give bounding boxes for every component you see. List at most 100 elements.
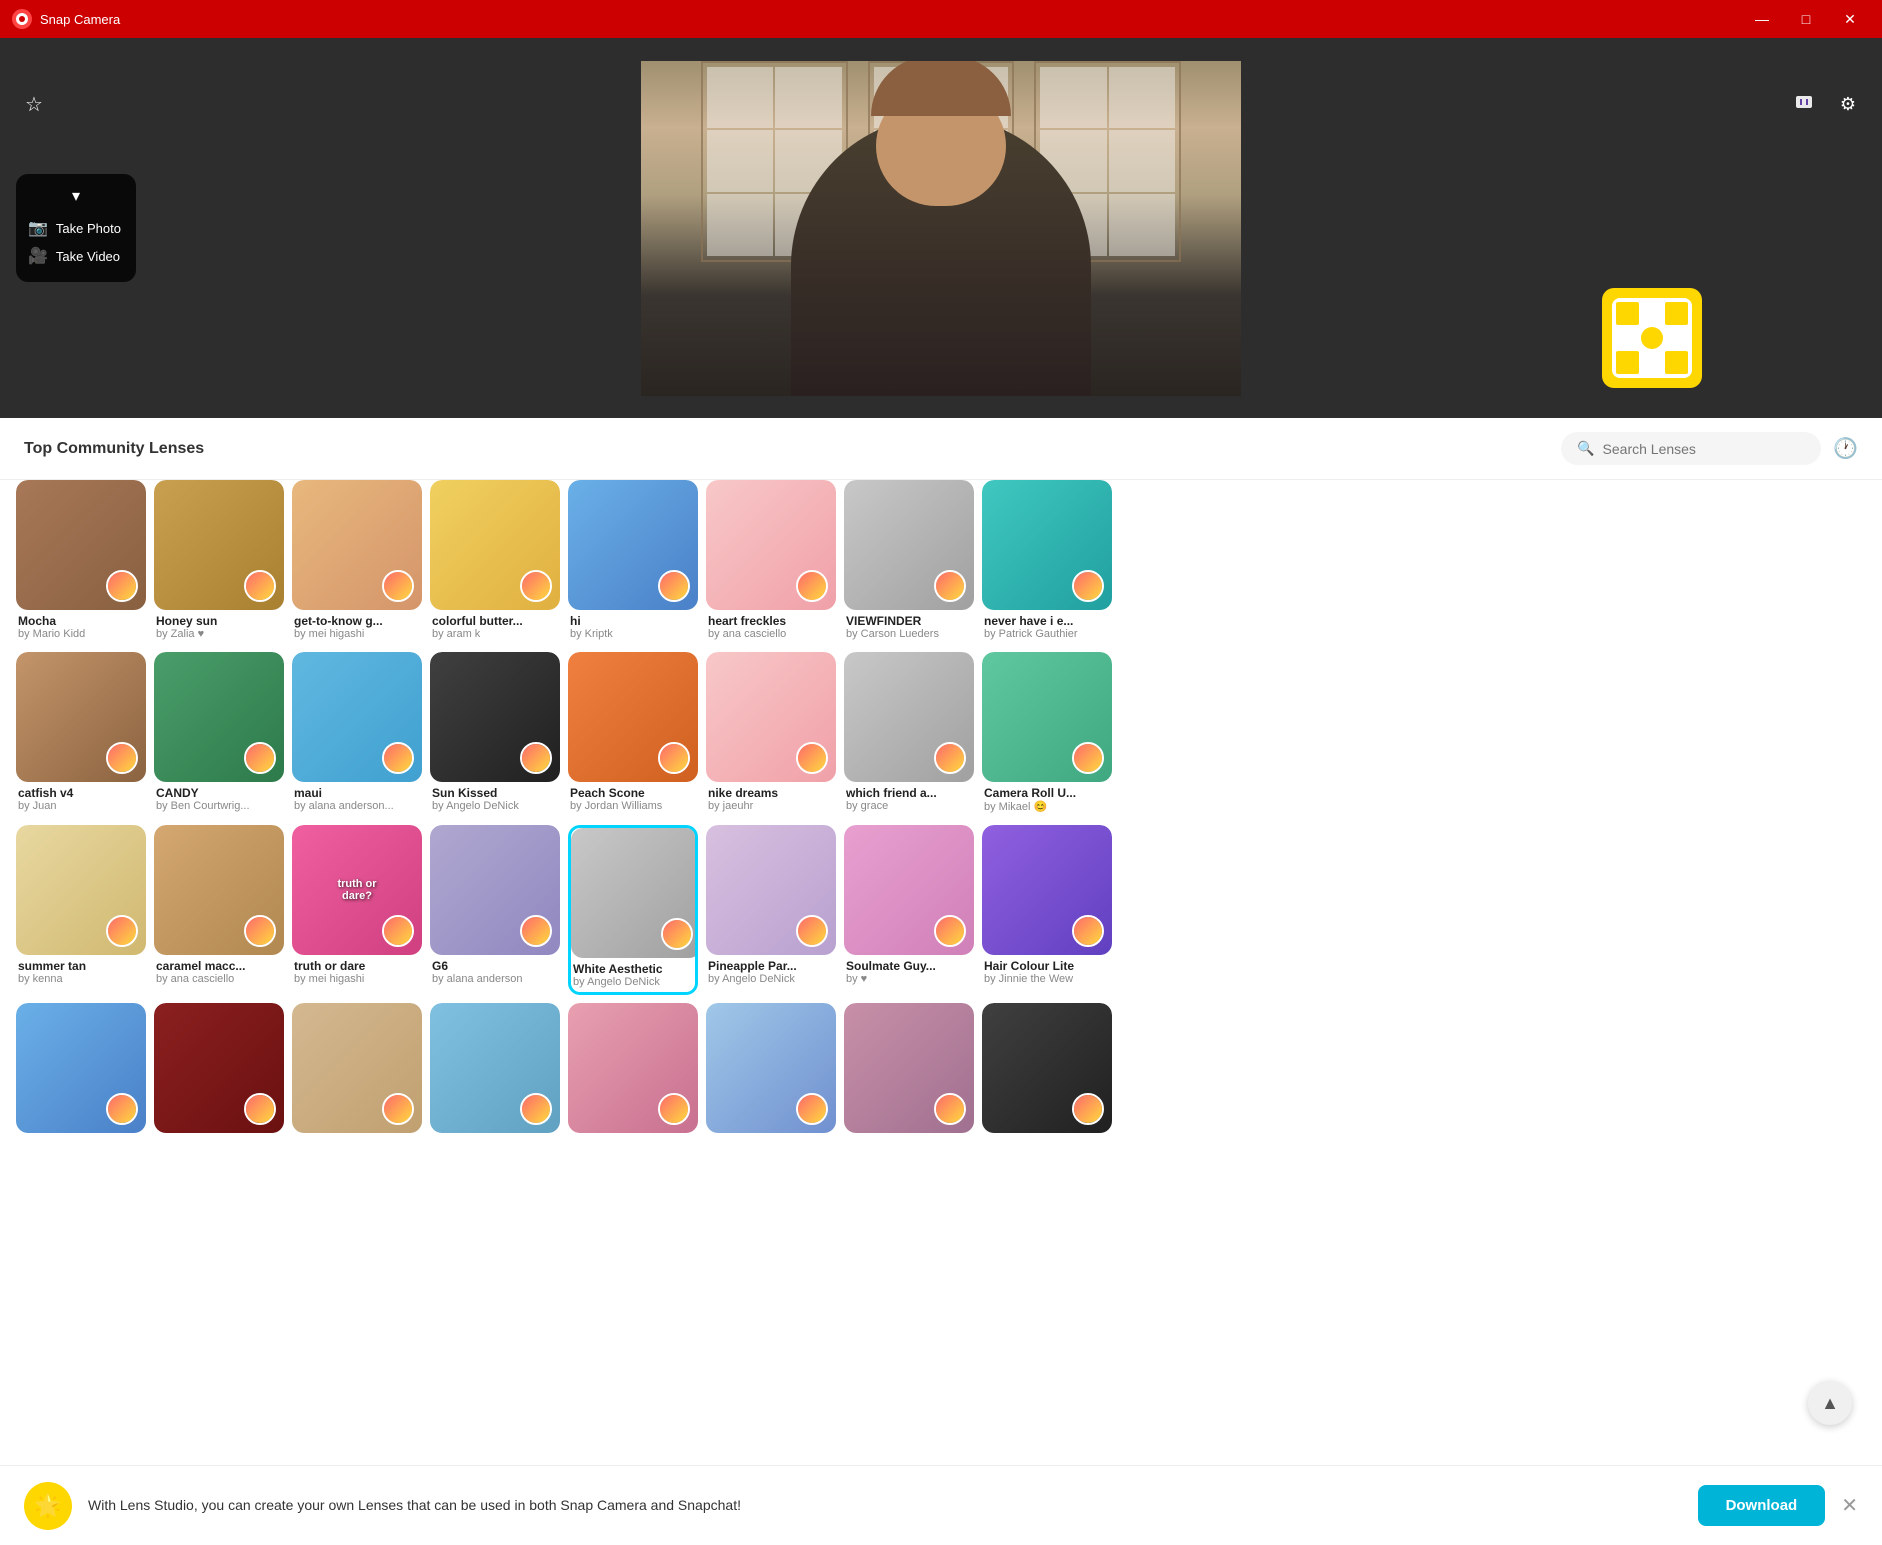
avatar — [382, 742, 414, 774]
lenses-row-2: catfish v4by JuanCANDYby Ben Courtwrig..… — [16, 652, 1866, 817]
avatar — [520, 570, 552, 602]
lens-info: Sun Kissedby Angelo DeNick — [430, 782, 560, 816]
lens-thumbnail — [706, 480, 836, 610]
lens-item[interactable]: Hair Colour Liteby Jinnie the Wew — [982, 825, 1112, 995]
notification-bar: 🌟 With Lens Studio, you can create your … — [0, 1465, 1882, 1545]
close-notification-button[interactable]: ✕ — [1841, 1493, 1858, 1518]
avatar — [796, 570, 828, 602]
lens-item[interactable]: colorful butter...by aram k — [430, 480, 560, 644]
lens-item[interactable] — [568, 1003, 698, 1141]
close-button[interactable]: ✕ — [1830, 4, 1870, 34]
lens-item[interactable]: mauiby alana anderson... — [292, 652, 422, 817]
lens-thumbnail — [706, 652, 836, 782]
lens-item[interactable] — [430, 1003, 560, 1141]
avatar — [1072, 742, 1104, 774]
scroll-up-button[interactable]: ▲ — [1808, 1381, 1852, 1425]
lens-author: by kenna — [18, 973, 144, 985]
lens-thumbnail — [982, 652, 1112, 782]
lens-item[interactable]: heart frecklesby ana casciello — [706, 480, 836, 644]
title-bar: Snap Camera — □ ✕ — [0, 0, 1882, 38]
lens-item[interactable]: hiby Kriptk — [568, 480, 698, 644]
lenses-row-top: Mochaby Mario KiddHoney sunby Zalia ♥get… — [16, 480, 1866, 644]
lens-thumbnail — [154, 480, 284, 610]
lens-author: by Mario Kidd — [18, 628, 144, 640]
lens-info: Mochaby Mario Kidd — [16, 610, 146, 644]
lens-item[interactable]: Honey sunby Zalia ♥ — [154, 480, 284, 644]
lens-thumbnail — [982, 1003, 1112, 1133]
lens-item[interactable]: which friend a...by grace — [844, 652, 974, 817]
lens-item[interactable] — [706, 1003, 836, 1141]
lens-thumbnail — [154, 652, 284, 782]
lens-item[interactable]: Peach Sconeby Jordan Williams — [568, 652, 698, 817]
lens-thumbnail — [982, 480, 1112, 610]
lens-name: VIEWFINDER — [846, 614, 972, 628]
lens-name: hi — [570, 614, 696, 628]
lens-author: by Angelo DeNick — [708, 973, 834, 985]
settings-button[interactable]: ⚙ — [1830, 86, 1866, 122]
search-input[interactable] — [1603, 441, 1806, 457]
lens-name: Camera Roll U... — [984, 786, 1110, 800]
search-box[interactable]: 🔍 — [1561, 432, 1821, 465]
lens-item[interactable]: nike dreamsby jaeuhr — [706, 652, 836, 817]
download-button[interactable]: Download — [1698, 1485, 1826, 1526]
avatar — [520, 1093, 552, 1125]
lens-item[interactable]: get-to-know g...by mei higashi — [292, 480, 422, 644]
lens-item[interactable]: never have i e...by Patrick Gauthier — [982, 480, 1112, 644]
lens-thumbnail — [982, 825, 1112, 955]
title-bar-left: Snap Camera — [12, 9, 120, 29]
lens-item[interactable]: caramel macc...by ana casciello — [154, 825, 284, 995]
twitch-button[interactable] — [1786, 86, 1822, 122]
history-icon[interactable]: 🕐 — [1833, 436, 1858, 461]
lens-item[interactable]: G6by alana anderson — [430, 825, 560, 995]
lens-item[interactable] — [292, 1003, 422, 1141]
video-icon: 🎥 — [28, 246, 48, 266]
maximize-button[interactable]: □ — [1786, 4, 1826, 34]
app-icon — [12, 9, 32, 29]
lens-info: nike dreamsby jaeuhr — [706, 782, 836, 816]
take-video-button[interactable]: 🎥 Take Video — [28, 242, 124, 270]
lens-item[interactable]: Pineapple Par...by Angelo DeNick — [706, 825, 836, 995]
avatar — [382, 1093, 414, 1125]
lens-name: which friend a... — [846, 786, 972, 800]
lens-info: heart frecklesby ana casciello — [706, 610, 836, 644]
lens-author: by ana casciello — [156, 973, 282, 985]
avatar — [106, 915, 138, 947]
avatar — [658, 742, 690, 774]
lens-item[interactable] — [982, 1003, 1112, 1141]
lens-name: colorful butter... — [432, 614, 558, 628]
lens-thumbnail — [292, 480, 422, 610]
avatar — [658, 570, 690, 602]
lens-thumbnail — [16, 825, 146, 955]
camera-controls: ▾ 📷 Take Photo 🎥 Take Video — [16, 174, 136, 282]
lens-item[interactable]: Mochaby Mario Kidd — [16, 480, 146, 644]
minimize-button[interactable]: — — [1742, 4, 1782, 34]
lens-item[interactable] — [16, 1003, 146, 1141]
lens-item[interactable]: Sun Kissedby Angelo DeNick — [430, 652, 560, 817]
lens-item[interactable]: summer tanby kenna — [16, 825, 146, 995]
window-controls: — □ ✕ — [1742, 4, 1870, 34]
lens-info: truth or dareby mei higashi — [292, 955, 422, 989]
lens-author: by Carson Lueders — [846, 628, 972, 640]
lens-item[interactable]: truth or dare?truth or dareby mei higash… — [292, 825, 422, 995]
lens-thumbnail — [571, 828, 698, 958]
take-photo-button[interactable]: 📷 Take Photo — [28, 214, 124, 242]
lens-item[interactable] — [844, 1003, 974, 1141]
lens-item[interactable]: White Aestheticby Angelo DeNick — [568, 825, 698, 995]
lens-info: Hair Colour Liteby Jinnie the Wew — [982, 955, 1112, 989]
lens-item[interactable] — [154, 1003, 284, 1141]
bottom-panel: Top Community Lenses 🔍 🕐 Mochaby Mario K… — [0, 418, 1882, 1545]
lens-item[interactable]: CANDYby Ben Courtwrig... — [154, 652, 284, 817]
lens-item[interactable]: Camera Roll U...by Mikael 😊 — [982, 652, 1112, 817]
top-right-icons: ⚙ — [1786, 86, 1866, 122]
lens-name: maui — [294, 786, 420, 800]
lenses-container: Mochaby Mario KiddHoney sunby Zalia ♥get… — [0, 480, 1882, 1465]
lens-name: get-to-know g... — [294, 614, 420, 628]
lens-name: summer tan — [18, 959, 144, 973]
favorite-button[interactable]: ☆ — [16, 86, 52, 122]
lens-author: by Mikael 😊 — [984, 800, 1110, 813]
lens-item[interactable]: VIEWFINDERby Carson Lueders — [844, 480, 974, 644]
lens-item[interactable]: Soulmate Guy...by ♥ — [844, 825, 974, 995]
lens-info — [982, 1133, 1112, 1141]
section-title: Top Community Lenses — [24, 440, 204, 458]
lens-item[interactable]: catfish v4by Juan — [16, 652, 146, 817]
